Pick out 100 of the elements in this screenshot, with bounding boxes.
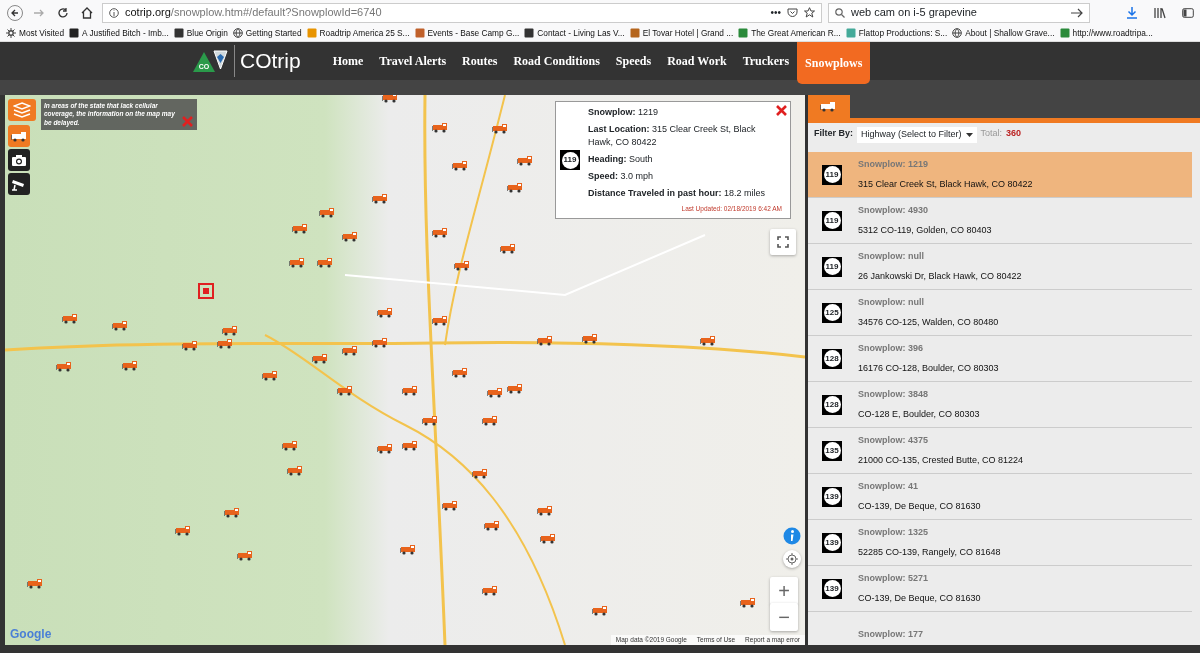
snowplow-truck-icon[interactable] <box>377 443 393 454</box>
snowplow-truck-icon[interactable] <box>287 465 303 476</box>
snowplow-truck-icon[interactable] <box>472 468 488 479</box>
search-field[interactable]: web cam on i-5 grapevine <box>828 2 1090 23</box>
snowplow-truck-icon[interactable] <box>112 320 128 331</box>
snowplow-list-item[interactable]: 128 Snowplow: 3848 CO-128 E, Boulder, CO 80303 <box>808 382 1192 428</box>
traffic-camera-layer-button[interactable] <box>8 173 30 195</box>
back-button[interactable] <box>6 3 24 22</box>
snowplow-truck-icon[interactable] <box>342 345 358 356</box>
snowplow-truck-icon[interactable] <box>432 227 448 238</box>
snowplow-truck-icon[interactable] <box>312 353 328 364</box>
nav-link[interactable]: Speeds <box>607 42 660 80</box>
snowplow-truck-icon[interactable] <box>175 525 191 536</box>
fullscreen-button[interactable] <box>770 229 796 255</box>
snowplow-list-item[interactable]: 119 Snowplow: null 26 Jankowski Dr, Black Hawk, CO 80422 <box>808 244 1192 290</box>
snowplow-truck-icon[interactable] <box>122 360 138 371</box>
snowplow-truck-icon[interactable] <box>432 315 448 326</box>
snowplow-truck-icon[interactable] <box>517 155 533 166</box>
snowplow-truck-icon[interactable] <box>537 505 553 516</box>
bookmark-link[interactable]: Blue Origin <box>173 26 228 40</box>
bookmark-link[interactable]: Events - Base Camp G... <box>414 26 520 40</box>
bookmark-link[interactable]: Roadtrip America 25 S... <box>306 26 410 40</box>
bookmark-link[interactable]: Contact - Living Las V... <box>524 26 625 40</box>
snowplow-truck-icon[interactable] <box>487 387 503 398</box>
snowplow-truck-icon[interactable] <box>537 335 553 346</box>
snowplow-truck-icon[interactable] <box>377 307 393 318</box>
bookmark-link[interactable]: About | Shallow Grave... <box>952 26 1055 40</box>
snowplow-list-item[interactable]: 139 Snowplow: 1325 52285 CO-139, Rangely, CO 81648 <box>808 520 1192 566</box>
bookmark-link[interactable]: El Tovar Hotel | Grand ... <box>629 26 734 40</box>
snowplow-truck-icon[interactable] <box>402 440 418 451</box>
snowplow-truck-icon[interactable] <box>400 544 416 555</box>
snowplow-truck-icon[interactable] <box>422 415 438 426</box>
bookmark-link[interactable]: Getting Started <box>232 26 302 40</box>
snowplow-truck-icon[interactable] <box>507 182 523 193</box>
snowplow-truck-icon[interactable] <box>317 257 333 268</box>
snowplow-truck-icon[interactable] <box>372 193 388 204</box>
snowplow-truck-icon[interactable] <box>700 335 716 346</box>
snowplow-layer-button[interactable] <box>8 125 30 147</box>
nav-link[interactable]: Travel Alerts <box>371 42 455 80</box>
snowplow-truck-icon[interactable] <box>452 160 468 171</box>
snowplow-list-item[interactable]: 119 Snowplow: 4930 5312 CO-119, Golden, CO 80403 <box>808 198 1192 244</box>
snowplow-truck-icon[interactable] <box>442 500 458 511</box>
snowplow-truck-icon[interactable] <box>319 207 335 218</box>
snowplow-truck-icon[interactable] <box>432 122 448 133</box>
snowplow-truck-icon[interactable] <box>507 383 523 394</box>
snowplow-truck-icon[interactable] <box>282 440 298 451</box>
snowplow-truck-icon[interactable] <box>482 415 498 426</box>
snowplow-truck-icon[interactable] <box>237 550 253 561</box>
snowplow-list-item[interactable]: Snowplow: 177 <box>808 612 1192 645</box>
bookmark-link[interactable]: http://www.roadtripa... <box>1059 26 1153 40</box>
snowplow-truck-icon[interactable] <box>402 385 418 396</box>
snowplow-list-item[interactable]: 128 Snowplow: 396 16176 CO-128, Boulder, CO 80303 <box>808 336 1192 382</box>
snowplow-truck-icon[interactable] <box>540 533 556 544</box>
snowplow-truck-icon[interactable] <box>337 385 353 396</box>
snowplow-truck-icon[interactable] <box>342 231 358 242</box>
snowplow-truck-icon[interactable] <box>222 325 238 336</box>
snowplow-truck-icon[interactable] <box>224 507 240 518</box>
snowplow-truck-icon[interactable] <box>582 333 598 344</box>
snowplow-truck-icon[interactable] <box>484 520 500 531</box>
camera-layer-button[interactable] <box>8 149 30 171</box>
nav-link[interactable]: Home <box>324 42 372 80</box>
snowplow-truck-icon[interactable] <box>454 260 470 271</box>
snowplow-truck-icon[interactable] <box>382 95 398 103</box>
snowplow-truck-icon[interactable] <box>56 361 72 372</box>
nav-link[interactable]: Road Conditions <box>505 42 608 80</box>
snowplow-list-item[interactable]: 139 Snowplow: 5271 CO-139, De Beque, CO 81630 <box>808 566 1192 612</box>
selected-marker-icon[interactable] <box>198 283 214 299</box>
zoom-in-button[interactable]: + <box>770 577 798 605</box>
snowplow-truck-icon[interactable] <box>62 313 78 324</box>
snowplow-truck-icon[interactable] <box>740 597 756 608</box>
more-actions-button[interactable]: ••• <box>770 5 781 20</box>
nav-link[interactable]: Truckers <box>734 42 798 80</box>
snowplows-tab[interactable] <box>808 95 850 118</box>
zoom-out-button[interactable]: − <box>770 603 798 631</box>
snowplow-list-item[interactable]: 135 Snowplow: 4375 21000 CO-135, Crested Butte, CO 81224 <box>808 428 1192 474</box>
locate-button[interactable] <box>783 550 801 568</box>
snowplow-truck-icon[interactable] <box>217 338 233 349</box>
bookmark-link[interactable]: Most Visited <box>6 26 65 40</box>
address-bar[interactable]: cotrip.org/snowplow.htm#/default?SnowplowId=6740 ••• <box>102 2 822 23</box>
snowplow-truck-icon[interactable] <box>372 337 388 348</box>
snowplow-truck-icon[interactable] <box>482 585 498 596</box>
snowplow-truck-icon[interactable] <box>262 370 278 381</box>
highway-filter-dropdown[interactable]: Highway (Select to Filter) <box>857 127 977 143</box>
snowplow-truck-icon[interactable] <box>452 367 468 378</box>
snowplow-truck-icon[interactable] <box>292 223 308 234</box>
snowplow-list-item[interactable]: 139 Snowplow: 41 CO-139, De Beque, CO 81630 <box>808 474 1192 520</box>
bookmark-link[interactable]: The Great American R... <box>738 26 841 40</box>
snowplow-list-item[interactable]: 125 Snowplow: null 34576 CO-125, Walden, CO 80480 <box>808 290 1192 336</box>
bookmark-link[interactable]: A Justified Bitch - Imb... <box>69 26 169 40</box>
snowplow-truck-icon[interactable] <box>592 605 608 616</box>
snowplow-list-item[interactable]: 119 Snowplow: 1219 315 Clear Creek St, Black Hawk, CO 80422 <box>808 152 1192 198</box>
bookmark-link[interactable]: Flattop Productions: S... <box>845 26 948 40</box>
snowplow-truck-icon[interactable] <box>500 243 516 254</box>
nav-link[interactable]: Routes <box>454 42 506 80</box>
snowplow-truck-icon[interactable] <box>27 578 43 589</box>
nav-link[interactable]: Road Work <box>659 42 735 80</box>
snowplow-truck-icon[interactable] <box>289 257 305 268</box>
snowplow-truck-icon[interactable] <box>492 123 508 134</box>
layers-button[interactable] <box>8 99 36 121</box>
snowplow-truck-icon[interactable] <box>182 340 198 351</box>
